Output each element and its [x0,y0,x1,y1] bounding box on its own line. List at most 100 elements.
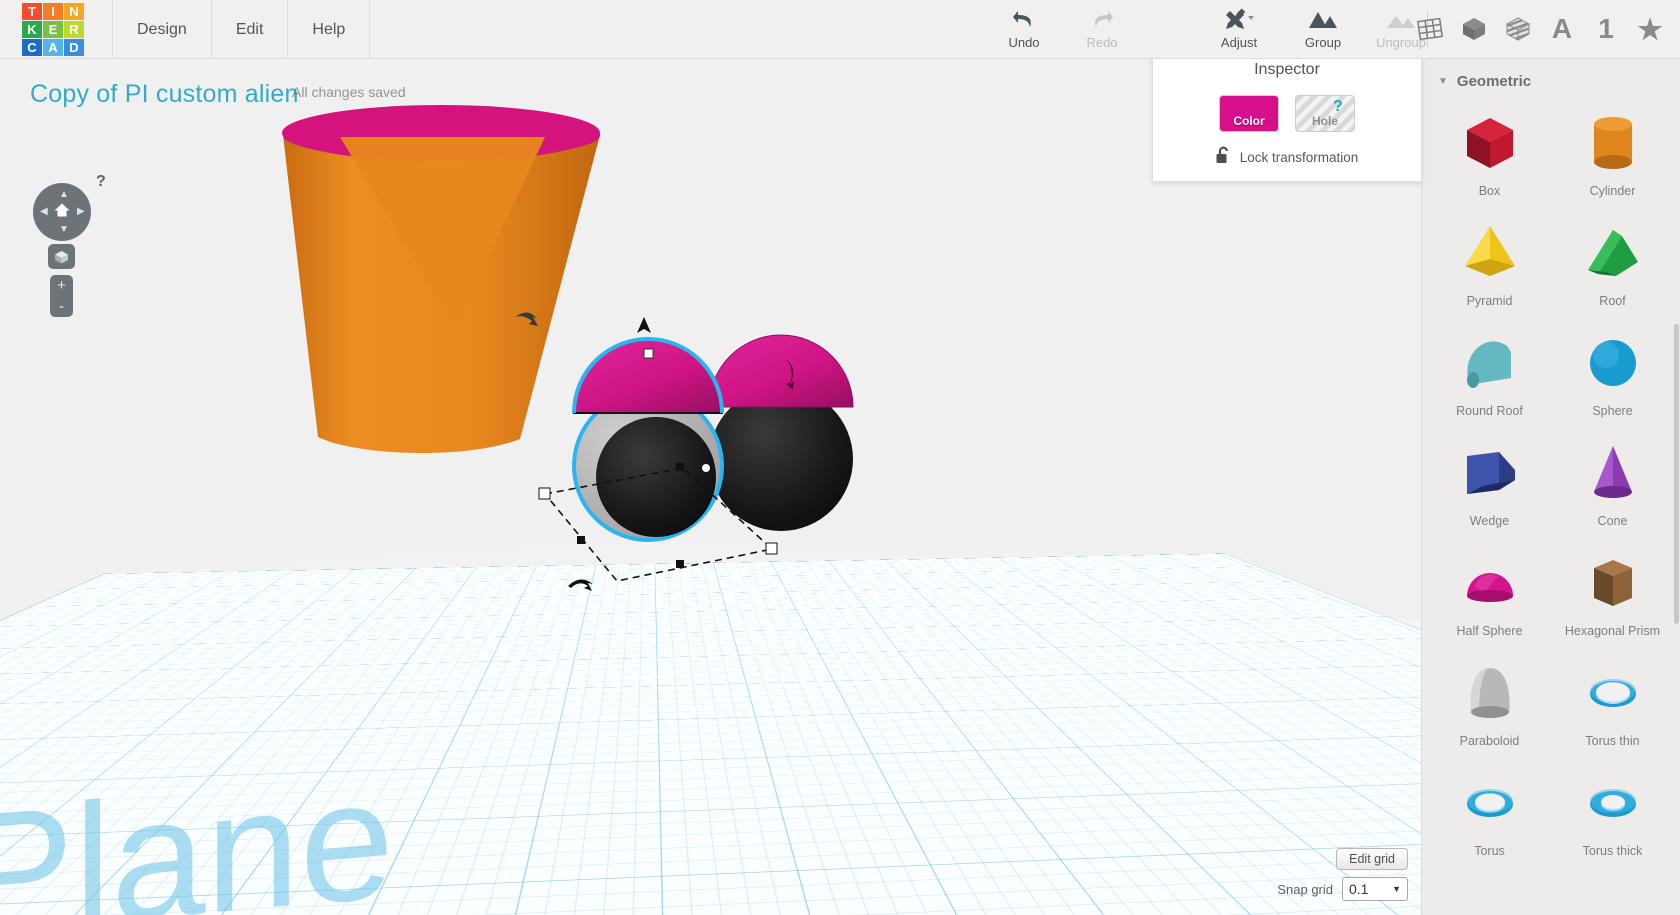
workplane-grid-icon[interactable] [1410,8,1450,50]
shapes-panel: ❯ ▼ Geometric Box Cylinder Pyramid Roof [1421,59,1680,915]
cylinder-shape-icon [1551,100,1674,186]
color-label: Color [1233,114,1265,128]
shape-item-paraboloid[interactable]: Paraboloid [1428,650,1551,748]
shape-item-sphere[interactable]: Sphere [1551,320,1674,418]
inspector-title: Inspector [1254,61,1320,78]
group-label: Group [1304,35,1342,50]
logo-tile-r: R [64,21,84,38]
menu-item-design[interactable]: Design [112,0,212,59]
shape-label: Cylinder [1589,184,1636,198]
home-icon[interactable] [54,203,71,222]
fit-view-cube-icon[interactable] [48,244,75,269]
menu-item-edit[interactable]: Edit [212,0,289,59]
shapes-category-header[interactable]: ▼ Geometric [1422,59,1680,96]
nav-arrow-up-icon[interactable]: ▲ [59,189,69,200]
snap-grid-label: Snap grid [1277,881,1333,897]
inspector-help-icon[interactable]: ? [1333,98,1343,116]
shape-item-box[interactable]: Box [1428,100,1551,198]
shape-item-torus-thick[interactable]: Torus thick [1551,760,1674,858]
shape-label: Half Sphere [1456,624,1523,638]
adjust-button[interactable]: Adjust [1200,0,1278,50]
view-icon-row: A 1 ★ [1410,0,1670,58]
zoom-out-button[interactable]: - [50,296,73,317]
logo-tile-k: K [22,21,42,38]
shape-item-cylinder[interactable]: Cylinder [1551,100,1674,198]
shape-label: Wedge [1469,514,1510,528]
logo-tile-d: D [64,39,84,56]
snap-grid-select[interactable]: 0.1 ▼ [1342,877,1408,901]
design-canvas[interactable]: Plane Copy of PI custom alien All change… [0,59,1421,915]
snap-grid-row: Snap grid 0.1 ▼ [1277,877,1408,901]
sphere-shape-icon [1551,320,1674,406]
shape-label: Torus thin [1585,734,1640,748]
color-swatch-button[interactable]: Color [1219,95,1279,132]
shape-label: Hexagonal Prism [1564,624,1661,638]
inspector-buttons: Color Hole [1153,95,1421,132]
shape-item-cone[interactable]: Cone [1551,430,1674,528]
star-favorite-icon[interactable]: ★ [1630,8,1670,50]
snap-grid-value: 0.1 [1349,881,1369,897]
view-navigation-pad[interactable]: ▲ ▼ ◀ ▶ [33,183,91,241]
logo-tile-e: E [43,21,63,38]
nav-arrow-right-icon[interactable]: ▶ [77,206,85,217]
wedge-shape-icon [1428,430,1551,516]
shape-item-hexagonal-prism[interactable]: Hexagonal Prism [1551,540,1674,638]
shape-label: Paraboloid [1459,734,1520,748]
pyramid-shape-icon [1428,210,1551,296]
shape-item-round-roof[interactable]: Round Roof [1428,320,1551,418]
history-tool-group: Undo Redo [985,0,1141,50]
solid-cube-icon[interactable] [1454,8,1494,50]
rotation-handle-icon [568,579,593,591]
tinkercad-logo[interactable]: TIN KER CAD [22,3,84,56]
cylinder-bucket-object [282,105,600,454]
zoom-in-button[interactable]: + [50,275,73,296]
box-shape-icon [1428,100,1551,186]
lock-transformation-row[interactable]: Lock transformation [1153,146,1421,169]
collapse-panel-chevron-icon[interactable]: ❯ [1421,429,1422,481]
roof-shape-icon [1551,210,1674,296]
hole-swatch-button[interactable]: Hole [1295,95,1355,132]
shapes-category-label: Geometric [1456,73,1532,90]
inspector-panel: Inspector Color Hole Lock transformation [1152,48,1422,182]
redo-label: Redo [1086,35,1118,50]
main-menu: Design Edit Help [112,0,371,59]
shape-label: Torus [1474,844,1505,858]
nav-arrow-left-icon[interactable]: ◀ [40,206,48,217]
shape-item-pyramid[interactable]: Pyramid [1428,210,1551,308]
group-mountains-icon [1284,6,1362,33]
chevron-down-icon[interactable]: ▼ [1438,76,1448,87]
edit-grid-button[interactable]: Edit grid [1336,848,1408,870]
tinkercad-app: TINKERCAD Design Edit Help Undo Redo Adj… [0,0,1680,915]
shape-label: Pyramid [1466,294,1513,308]
undo-button[interactable]: Undo [985,0,1063,50]
shape-item-torus[interactable]: Torus [1428,760,1551,858]
shape-item-wedge[interactable]: Wedge [1428,430,1551,528]
striped-cube-icon[interactable] [1498,8,1538,50]
shape-label: Roof [1599,294,1626,308]
second-alien-head-object [708,334,854,531]
shape-item-half-sphere[interactable]: Half Sphere [1428,540,1551,638]
cone-shape-icon [1551,430,1674,516]
scene-objects [282,105,854,591]
half-sphere-shape-icon [1428,540,1551,626]
shape-item-roof[interactable]: Roof [1551,210,1674,308]
redo-button[interactable]: Redo [1063,0,1141,50]
shape-label: Cone [1597,514,1628,528]
shapes-scrollbar[interactable] [1674,324,1679,624]
open-padlock-icon [1216,146,1231,169]
shape-item-torus-thin[interactable]: Torus thin [1551,650,1674,748]
logo-tile-t: T [22,3,42,20]
logo-tile-c: C [22,39,42,56]
grid-controls: Edit grid Snap grid 0.1 ▼ [1277,848,1408,901]
text-a-icon[interactable]: A [1542,8,1582,50]
adjust-tool-group: Adjust [1200,0,1278,50]
hole-label: Hole [1311,114,1338,128]
group-button[interactable]: Group [1284,0,1362,50]
hexagonal-prism-shape-icon [1551,540,1674,626]
menu-item-help[interactable]: Help [288,0,371,59]
redo-arrow-icon [1063,6,1141,33]
nav-arrow-down-icon[interactable]: ▼ [59,224,69,235]
shape-label: Torus thick [1582,844,1643,858]
nav-help-icon[interactable]: ? [96,173,106,191]
number-one-icon[interactable]: 1 [1586,8,1626,50]
